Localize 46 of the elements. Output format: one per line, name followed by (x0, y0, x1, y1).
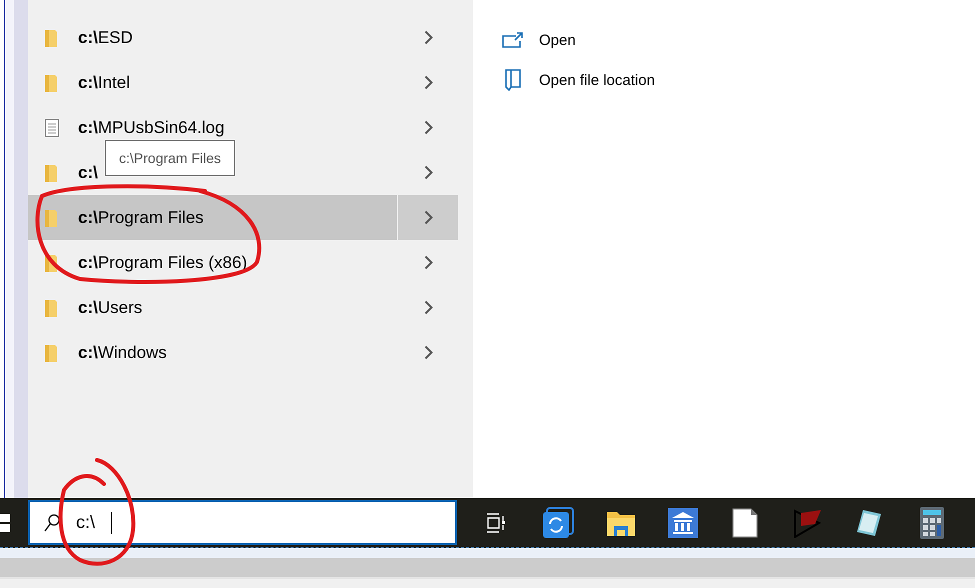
tooltip: c:\Program Files (105, 140, 235, 176)
chevron-icon (424, 345, 432, 360)
task-view-icon[interactable] (485, 512, 508, 532)
document-icon (45, 118, 59, 136)
result-item[interactable]: c:\Program Files (45, 202, 204, 232)
action-item[interactable]: Open (501, 20, 975, 60)
action-item[interactable]: Open file location (501, 60, 975, 100)
result-item[interactable]: c:\Program Files (x86) (45, 248, 248, 278)
chevron-icon (424, 210, 432, 225)
windows-logo-icon[interactable] (0, 512, 10, 532)
sync-app-icon[interactable] (542, 506, 574, 538)
result-label: c:\MPUsbSin64.log (78, 118, 224, 138)
chevron-icon (424, 120, 432, 135)
result-label: c:\Program Files (78, 208, 204, 228)
folder-icon (45, 298, 57, 316)
result-label: c:\Users (78, 298, 142, 318)
result-item[interactable]: c:\Users (45, 292, 142, 322)
result-label: c:\ (78, 162, 98, 182)
chevron-icon (424, 75, 432, 90)
chevron-icon (424, 30, 432, 45)
result-label: c:\ESD (78, 28, 133, 48)
search-text: c:\ (76, 512, 96, 533)
folder-icon (45, 164, 57, 182)
result-label: c:\Program Files (x86) (78, 252, 248, 272)
chevron-icon (424, 255, 432, 270)
result-item[interactable]: c:\Windows (45, 338, 167, 368)
flag-app-icon[interactable] (792, 508, 823, 538)
folder-icon (45, 74, 57, 92)
result-item[interactable]: c:\Intel (45, 68, 130, 98)
result-item[interactable]: c:\MPUsbSin64.log (45, 112, 224, 142)
chevron-icon (424, 300, 432, 315)
search-icon (44, 514, 60, 532)
chevron-icon (424, 165, 432, 180)
folder-icon (45, 208, 57, 226)
calculator-app-icon[interactable] (920, 506, 944, 538)
folder-outline-icon (505, 69, 521, 91)
open-external-icon (502, 32, 524, 48)
folder-icon (45, 344, 57, 362)
result-item[interactable]: c:\ESD (45, 22, 133, 52)
result-label: c:\Intel (78, 72, 130, 92)
bank-app-icon[interactable] (668, 508, 698, 538)
document-app-icon[interactable] (732, 508, 758, 538)
result-item[interactable]: c:\ (45, 158, 98, 188)
folder-icon (45, 28, 57, 46)
search-field[interactable]: c:\ (28, 500, 457, 545)
result-label: c:\Windows (78, 342, 167, 362)
